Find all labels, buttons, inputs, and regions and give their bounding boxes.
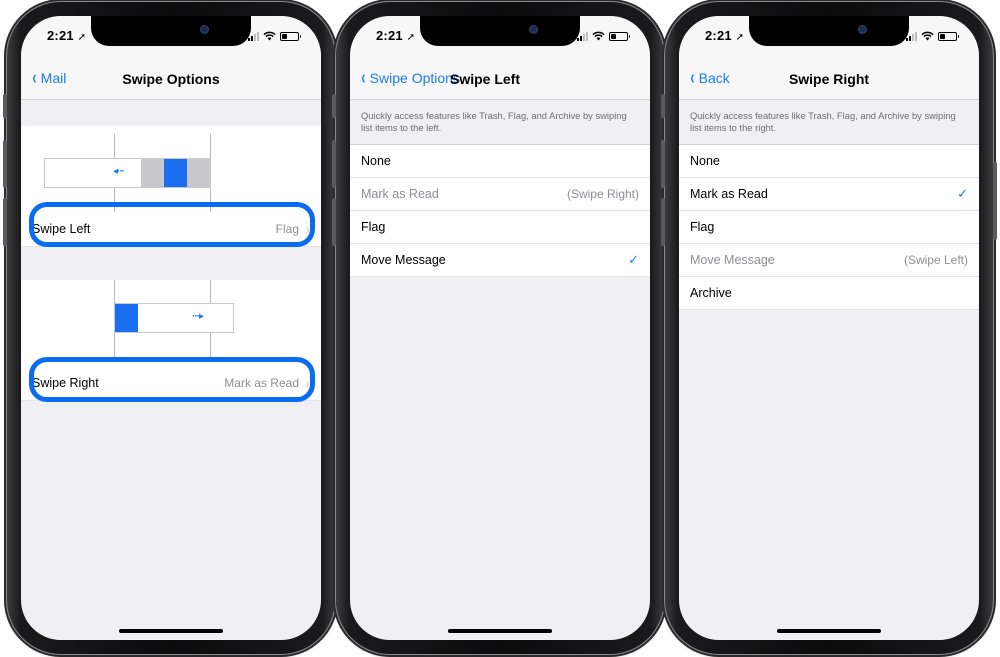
option-label: Mark as Read [690, 186, 768, 201]
back-chevron-icon: ‹ [361, 67, 366, 89]
option-label: Flag [361, 219, 386, 234]
section-description: Quickly access features like Trash, Flag… [679, 100, 979, 145]
option-label: None [690, 153, 720, 168]
phone-frame-3: 2:21 ➚ ‹ Back Swipe Right Quickly access… [661, 2, 997, 654]
option-row-flag[interactable]: Flag [350, 210, 650, 244]
location-icon: ➚ [406, 32, 416, 43]
navigation-bar: ‹ Back Swipe Right [679, 60, 979, 100]
home-indicator[interactable] [119, 629, 223, 633]
option-row-move-message: Move Message (Swipe Left) [679, 243, 979, 277]
home-indicator[interactable] [448, 629, 552, 633]
option-label: None [361, 153, 391, 168]
wifi-icon [592, 31, 605, 41]
battery-icon [280, 31, 301, 41]
navigation-bar: ‹ Swipe Options Swipe Left [350, 60, 650, 100]
phone-frame-1: 2:21 ➚ ‹ Mail Swipe Options ◂··· Swipe L… [3, 2, 339, 654]
arrow-left-icon: ◂··· [113, 166, 125, 177]
option-list: None Mark as Read ✓ Flag Move Message (Swipe … [679, 144, 979, 310]
option-list: None Mark as Read (Swipe Right) Flag Move Me… [350, 144, 650, 277]
swipe-left-illustration: ◂··· [21, 126, 321, 212]
wifi-icon [921, 31, 934, 41]
section-description: Quickly access features like Trash, Flag… [350, 100, 650, 145]
option-note: (Swipe Left) [903, 252, 968, 267]
swipe-right-illustration: ···▸ [21, 280, 321, 366]
status-time: 2:21 ➚ [47, 28, 87, 43]
status-time: 2:21 ➚ [376, 28, 416, 43]
page-title: Swipe Left [450, 71, 521, 87]
checkmark-icon: ✓ [957, 185, 968, 201]
option-label: Move Message [361, 252, 446, 267]
option-note: (Swipe Right) [566, 186, 639, 201]
location-icon: ➚ [735, 32, 745, 43]
swipe-left-highlight [29, 202, 315, 247]
notch [91, 16, 251, 46]
swipe-right-highlight [29, 357, 315, 402]
page-title: Swipe Options [122, 71, 220, 87]
battery-icon [609, 31, 630, 41]
option-row-none[interactable]: None [679, 144, 979, 178]
option-label: Mark as Read [361, 186, 439, 201]
arrow-right-icon: ···▸ [192, 311, 204, 322]
screen-swipe-options: 2:21 ➚ ‹ Mail Swipe Options ◂··· Swipe L… [21, 16, 321, 640]
option-row-flag[interactable]: Flag [679, 210, 979, 244]
phone-frame-2: 2:21 ➚ ‹ Swipe Options Swipe Left Quickl… [332, 2, 668, 654]
page-title: Swipe Right [788, 71, 870, 87]
status-time: 2:21 ➚ [705, 28, 745, 43]
option-label: Archive [690, 285, 732, 300]
home-indicator[interactable] [777, 629, 881, 633]
screen-swipe-right: 2:21 ➚ ‹ Back Swipe Right Quickly access… [679, 16, 979, 640]
option-label: Move Message [690, 252, 775, 267]
wifi-icon [263, 31, 276, 41]
screen-swipe-left: 2:21 ➚ ‹ Swipe Options Swipe Left Quickl… [350, 16, 650, 640]
option-row-mark-as-read: Mark as Read (Swipe Right) [350, 177, 650, 211]
option-row-archive[interactable]: Archive [679, 276, 979, 310]
navigation-bar: ‹ Mail Swipe Options [21, 60, 321, 100]
option-label: Flag [690, 219, 715, 234]
checkmark-icon: ✓ [628, 251, 639, 267]
back-button-swipe-options[interactable]: ‹ Swipe Options [360, 67, 460, 89]
option-row-mark-as-read[interactable]: Mark as Read ✓ [679, 177, 979, 211]
location-icon: ➚ [77, 32, 87, 43]
option-row-none[interactable]: None [350, 144, 650, 178]
option-row-move-message[interactable]: Move Message ✓ [350, 243, 650, 277]
battery-icon [938, 31, 959, 41]
